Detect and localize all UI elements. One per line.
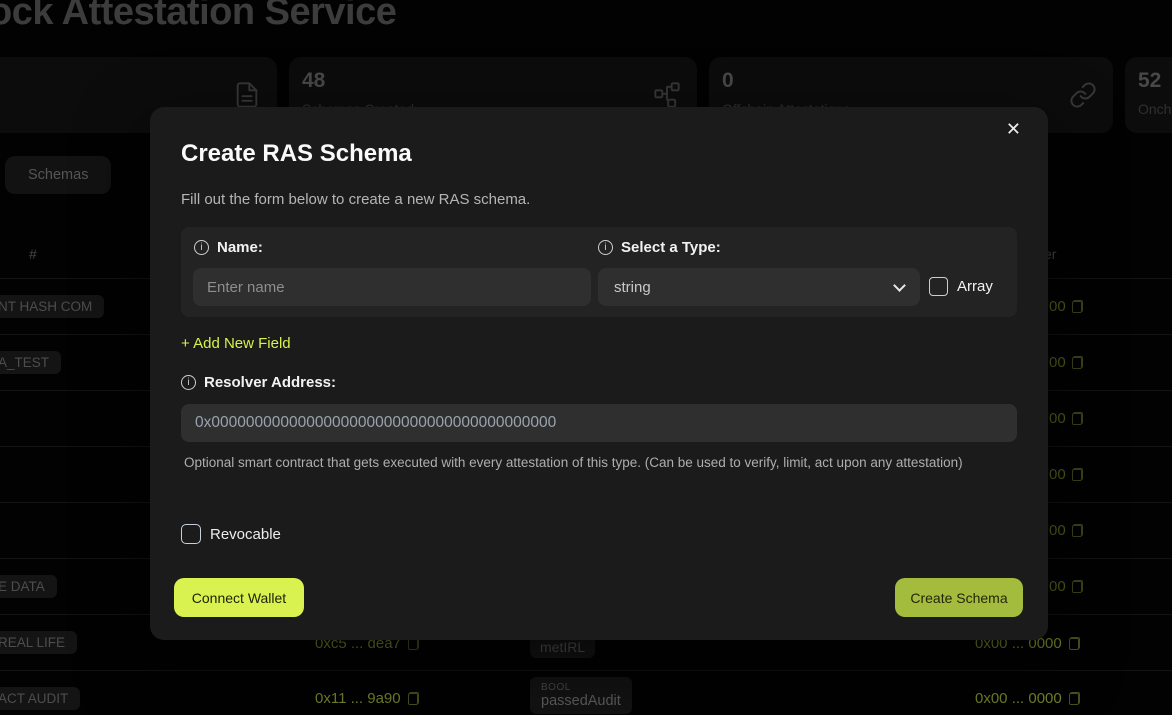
schema-name-badge: A_TEST [0, 351, 61, 374]
revocable-label: Revocable [210, 526, 281, 543]
stat-label: Onchain Attestations [1138, 101, 1172, 117]
name-label: i Name: [194, 239, 263, 256]
resolver-help-text: Optional smart contract that gets execut… [184, 453, 984, 473]
resolver-address-cell: 00 [1049, 354, 1083, 371]
schema-name-badge: E DATA [0, 575, 57, 598]
copy-icon[interactable] [1072, 412, 1083, 425]
modal-subtitle: Fill out the form below to create a new … [181, 191, 530, 208]
table-header-hash: # [29, 246, 37, 262]
network-icon [653, 81, 681, 109]
info-icon: i [181, 375, 196, 390]
type-label: i Select a Type: [598, 239, 721, 256]
field-name-label: passedAudit [541, 693, 621, 709]
schema-field-badge: BOOL passedAudit [530, 677, 632, 714]
schema-uid-cell: 0x11 ... 9a90 [315, 690, 419, 707]
resolver-address-cell: 00 [1049, 522, 1083, 539]
stat-value: 52 [1138, 69, 1161, 93]
page-title: ock Attestation Service [0, 0, 396, 34]
stat-card-onchain: 52 Onchain Attestations [1125, 57, 1172, 133]
add-new-field-button[interactable]: + Add New Field [181, 335, 291, 352]
type-select[interactable]: string [598, 268, 920, 306]
resolver-address-cell: 00 [1049, 466, 1083, 483]
resolver-address-cell: 00 [1049, 578, 1083, 595]
resolver-address-cell: 00 [1049, 410, 1083, 427]
resolver-address-cell: 00 [1049, 298, 1083, 315]
stat-value: 48 [302, 69, 325, 93]
chevron-down-icon [893, 279, 906, 292]
tab-schemas[interactable]: Schemas [5, 156, 111, 194]
info-icon: i [598, 240, 613, 255]
stat-value: 0 [722, 69, 734, 93]
link-icon [1069, 81, 1097, 109]
info-icon: i [194, 240, 209, 255]
copy-icon[interactable] [1072, 300, 1083, 313]
field-definition-panel: i Name: i Select a Type: string Array [181, 227, 1017, 317]
copy-icon[interactable] [1069, 637, 1080, 650]
create-schema-modal: ✕ Create RAS Schema Fill out the form be… [150, 107, 1048, 640]
field-type-label: BOOL [541, 682, 621, 693]
table-row[interactable]: ACT AUDIT 0x11 ... 9a90 BOOL passedAudit… [0, 670, 1172, 715]
copy-icon[interactable] [1072, 356, 1083, 369]
create-schema-button[interactable]: Create Schema [895, 578, 1023, 617]
document-icon [233, 81, 261, 109]
copy-icon[interactable] [1072, 580, 1083, 593]
connect-wallet-button[interactable]: Connect Wallet [174, 578, 304, 617]
resolver-address-label: i Resolver Address: [181, 374, 336, 391]
modal-title: Create RAS Schema [181, 140, 412, 168]
copy-icon[interactable] [408, 692, 419, 705]
resolver-address-cell: 0x00 ... 0000 [975, 690, 1080, 707]
schema-name-badge: REAL LIFE [0, 631, 77, 654]
copy-icon[interactable] [1072, 524, 1083, 537]
name-input[interactable] [193, 268, 591, 306]
array-checkbox[interactable] [929, 277, 948, 296]
app-root: ock Attestation Service 48 Schemas Creat… [0, 0, 1172, 715]
resolver-address-input[interactable] [181, 404, 1017, 442]
schema-name-badge: NT HASH COM [0, 295, 104, 318]
array-label: Array [957, 278, 993, 295]
revocable-checkbox[interactable] [181, 524, 201, 544]
schema-name-badge: ACT AUDIT [0, 687, 80, 710]
close-icon[interactable]: ✕ [1006, 120, 1021, 138]
copy-icon[interactable] [1069, 692, 1080, 705]
copy-icon[interactable] [1072, 468, 1083, 481]
